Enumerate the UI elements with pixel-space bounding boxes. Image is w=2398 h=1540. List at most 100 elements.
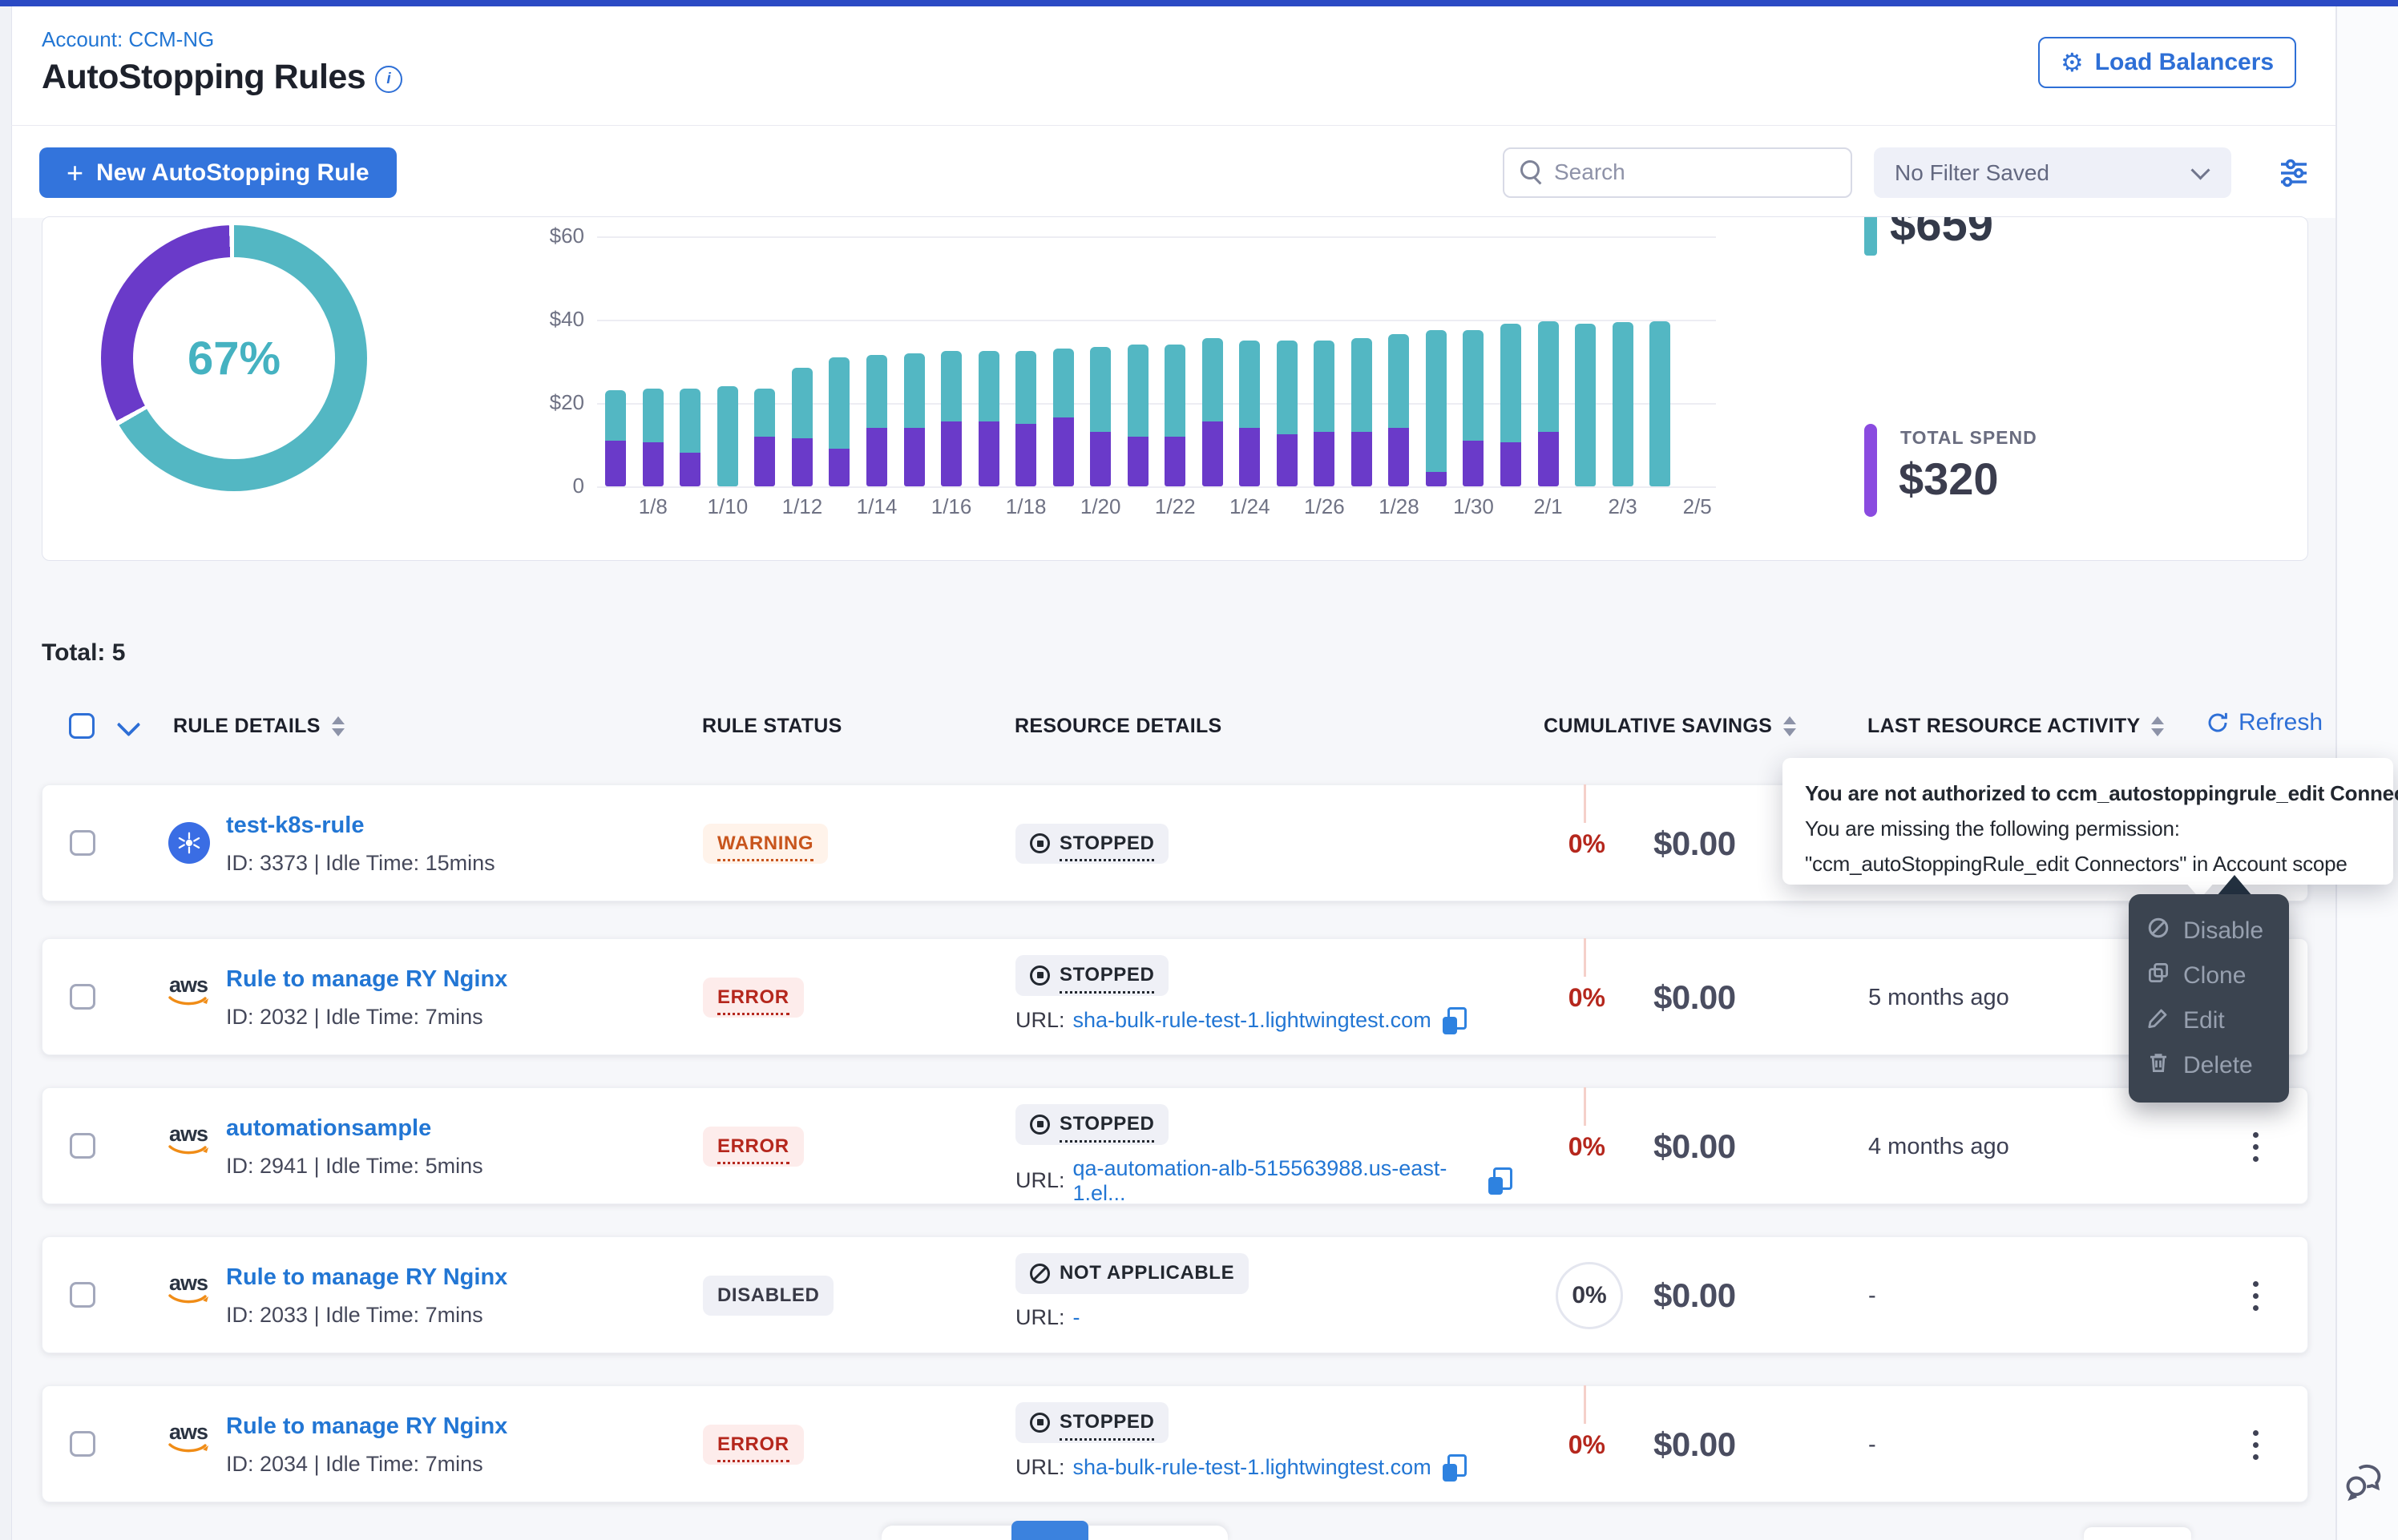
x-axis-tick: 1/20: [1066, 494, 1136, 519]
stacked-bar-1/22: [1165, 345, 1185, 486]
rule-name-link[interactable]: Rule to manage RY Nginx: [226, 1413, 507, 1440]
last-resource-activity: -: [1868, 1237, 1876, 1354]
rule-status-cell: ERROR: [703, 1088, 959, 1205]
status-badge: WARNING: [703, 824, 828, 865]
bar-slot: 1/14: [858, 236, 896, 486]
bar-slot: 1/12: [784, 236, 822, 486]
resource-url-link[interactable]: qa-automation-alb-515563988.us-east-1.el…: [1073, 1156, 1477, 1206]
savings-percent: 0%: [1568, 1430, 1605, 1460]
resource-url: URL:qa-automation-alb-515563988.us-east-…: [1015, 1156, 1512, 1206]
rule-name-link[interactable]: Rule to manage RY Nginx: [226, 1264, 507, 1291]
new-autostopping-rule-button[interactable]: + New AutoStopping Rule: [39, 147, 397, 198]
total-spend-legend-swatch: [1864, 424, 1877, 517]
row-checkbox[interactable]: [70, 1133, 95, 1159]
table-row: awsRule to manage RY NginxID: 2034 | Idl…: [42, 1385, 2308, 1502]
chevron-down-icon[interactable]: [117, 713, 141, 737]
menu-item-clone[interactable]: Clone: [2129, 953, 2289, 998]
savings-legend-swatch: [1864, 216, 1877, 256]
column-cumulative-savings[interactable]: CUMULATIVE SAVINGS: [1544, 715, 1796, 738]
account-breadcrumb[interactable]: Account: CCM-NG: [42, 27, 214, 52]
x-axis-tick: 1/10: [693, 494, 763, 519]
cumulative-savings-amount: $0.00: [1653, 939, 1736, 1056]
savings-donut-chart: 67%: [101, 225, 367, 491]
stacked-bar-1/17: [979, 351, 999, 486]
bar-slot: [672, 236, 709, 486]
x-axis-tick: 2/1: [1513, 494, 1583, 519]
x-axis-tick: 2/5: [1662, 494, 1732, 519]
resource-url-link[interactable]: -: [1073, 1305, 1080, 1330]
stacked-bar-1/7: [605, 390, 626, 486]
row-checkbox[interactable]: [70, 1282, 95, 1308]
tooltip-line: You are missing the following permission…: [1805, 811, 2371, 846]
select-all-checkbox[interactable]: [69, 713, 95, 739]
context-menu-caret: [2217, 875, 2252, 896]
menu-item-edit[interactable]: Edit: [2129, 998, 2289, 1043]
chat-help-icon[interactable]: [2342, 1458, 2388, 1505]
x-axis-tick: 1/22: [1140, 494, 1210, 519]
status-badge: DISABLED: [703, 1276, 834, 1316]
bar-slot: 1/26: [1306, 236, 1343, 486]
tooltip-line: You are not authorized to ccm_autostoppi…: [1805, 776, 2371, 811]
column-rule-details[interactable]: RULE DETAILS: [173, 715, 345, 738]
row-menu-kebab-icon[interactable]: [2245, 1237, 2267, 1354]
rule-name-link[interactable]: Rule to manage RY Nginx: [226, 966, 507, 993]
bar-slot: [821, 236, 858, 486]
stacked-bar-1/16: [941, 351, 962, 486]
sort-icon[interactable]: [1783, 716, 1796, 736]
savings-percentage: 67%: [188, 332, 281, 385]
copy-icon[interactable]: [1443, 1454, 1467, 1482]
load-balancers-button[interactable]: ⚙ Load Balancers: [2038, 37, 2296, 88]
column-last-resource-activity[interactable]: LAST RESOURCE ACTIVITY: [1867, 715, 2164, 738]
resource-url-link[interactable]: sha-bulk-rule-test-1.lightwingtest.com: [1073, 1008, 1431, 1033]
bar-slot: 1/30: [1455, 236, 1492, 486]
x-axis-tick: 1/26: [1290, 494, 1359, 519]
bar-slot: 1/18: [1007, 236, 1045, 486]
menu-item-label: Delete: [2183, 1052, 2253, 1079]
resource-state-badge: STOPPED: [1015, 1402, 1169, 1443]
menu-item-label: Edit: [2183, 1007, 2225, 1034]
y-axis-tick: $20: [504, 390, 584, 415]
bar-slot: 2/3: [1604, 236, 1641, 486]
menu-item-disable[interactable]: Disable: [2129, 909, 2289, 953]
rule-name-link[interactable]: test-k8s-rule: [226, 812, 364, 839]
bar-slot: [1269, 236, 1306, 486]
bar-slot: [1492, 236, 1530, 486]
savings-percent: 0%: [1568, 983, 1605, 1013]
sort-icon[interactable]: [2151, 716, 2164, 736]
bar-slot: 2/5: [1678, 236, 1716, 486]
menu-item-delete[interactable]: Delete: [2129, 1043, 2289, 1088]
copy-icon[interactable]: [1443, 1007, 1467, 1034]
info-icon[interactable]: i: [375, 66, 402, 93]
stacked-bar-1/23: [1202, 338, 1223, 486]
stacked-bar-1/8: [643, 389, 664, 486]
page-size-select[interactable]: [2084, 1527, 2191, 1540]
pagination-active-page[interactable]: [1011, 1521, 1088, 1540]
row-menu-kebab-icon[interactable]: [2245, 1386, 2267, 1503]
sort-icon[interactable]: [332, 716, 345, 736]
row-menu-kebab-icon[interactable]: [2245, 1088, 2267, 1205]
rule-meta: ID: 2034 | Idle Time: 7mins: [226, 1452, 483, 1477]
bar-slot: 1/16: [933, 236, 971, 486]
filter-panel-icon[interactable]: [2275, 154, 2313, 192]
table-row: awsRule to manage RY NginxID: 2033 | Idl…: [42, 1236, 2308, 1353]
row-checkbox[interactable]: [70, 984, 95, 1010]
row-checkbox[interactable]: [70, 1431, 95, 1457]
row-checkbox[interactable]: [70, 830, 95, 856]
x-axis-tick: 1/14: [842, 494, 912, 519]
y-axis-tick: $60: [504, 224, 584, 248]
table-row: awsRule to manage RY NginxID: 2032 | Idl…: [42, 938, 2308, 1055]
search-input[interactable]: [1552, 152, 1836, 192]
not-applicable-icon: [1030, 1264, 1050, 1284]
saved-filter-select[interactable]: No Filter Saved: [1874, 147, 2231, 198]
y-axis-tick: $40: [504, 307, 584, 332]
resource-url-link[interactable]: sha-bulk-rule-test-1.lightwingtest.com: [1073, 1455, 1431, 1480]
resource-url: URL:sha-bulk-rule-test-1.lightwingtest.c…: [1015, 1454, 1467, 1482]
bar-slot: 1/20: [1082, 236, 1120, 486]
delete-icon: [2146, 1050, 2170, 1081]
rule-name-link[interactable]: automationsample: [226, 1115, 431, 1142]
spend-savings-bar-chart: 1/81/101/121/141/161/181/201/221/241/261…: [597, 236, 1716, 486]
refresh-button[interactable]: Refresh: [2200, 708, 2327, 737]
load-balancers-label: Load Balancers: [2095, 49, 2274, 76]
bar-slot: 1/28: [1380, 236, 1418, 486]
status-badge: ERROR: [703, 1127, 804, 1167]
